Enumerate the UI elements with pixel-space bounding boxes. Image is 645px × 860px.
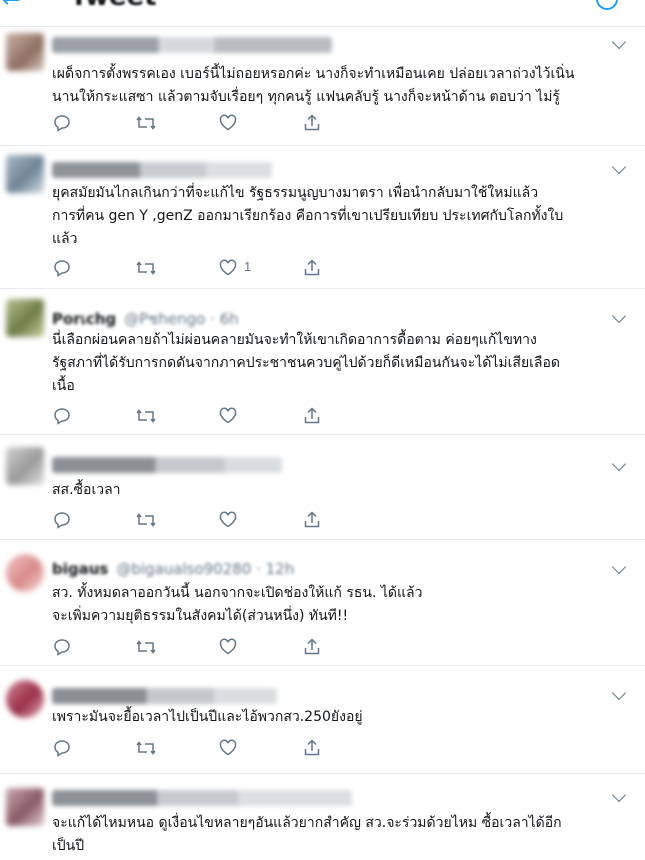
chevron-down-icon[interactable]: [611, 787, 627, 803]
tweet-text: สว. ทั้งหมดลาออกวันนี้ นอกจากจะเปิดช่องใ…: [52, 585, 423, 624]
like-icon: [219, 511, 237, 528]
tweet-actions: [52, 637, 352, 657]
author-name-blurred[interactable]: [52, 457, 282, 473]
author-name[interactable]: Porเchg @Pชhengo · 6h: [52, 307, 242, 331]
retweet-button[interactable]: [135, 258, 157, 278]
handle[interactable]: @bigaualso90280 · 12h: [116, 560, 294, 578]
like-icon: [219, 259, 237, 276]
avatar[interactable]: [6, 155, 44, 193]
tweet-actions: [52, 113, 352, 133]
tweet-actions: [52, 738, 352, 758]
reply-icon: [54, 115, 70, 132]
reply-button[interactable]: [52, 258, 72, 278]
chevron-down-icon[interactable]: [611, 159, 627, 175]
retweet-button[interactable]: [135, 738, 157, 758]
page-title: Tweet: [70, 0, 157, 12]
share-icon: [304, 511, 320, 528]
tweet-reply[interactable]: bigaus @bigaualso90280 · 12h สว. ทั้งหมดล…: [0, 540, 645, 666]
like-icon: [219, 638, 237, 655]
tweet-text: เพราะมันจะยื้อเวลาไปเป็นปีและไอ้พวกสว.25…: [52, 709, 363, 725]
retweet-icon: [136, 116, 156, 130]
retweet-button[interactable]: [135, 406, 157, 426]
share-button[interactable]: [302, 258, 322, 278]
retweet-button[interactable]: [135, 637, 157, 657]
tweet-reply[interactable]: สส.ซื้อเวลา: [0, 435, 645, 540]
share-icon: [304, 407, 320, 424]
avatar[interactable]: [6, 33, 44, 71]
retweet-icon: [136, 640, 156, 654]
share-button[interactable]: [302, 637, 322, 657]
top-header: ← Tweet: [0, 0, 645, 27]
avatar[interactable]: [6, 299, 44, 337]
reply-icon: [54, 408, 70, 425]
display-name[interactable]: bigaus: [52, 560, 108, 578]
author-name-blurred[interactable]: [52, 790, 352, 806]
like-button[interactable]: [218, 637, 238, 657]
reply-button[interactable]: [52, 510, 72, 530]
reply-button[interactable]: [52, 113, 72, 133]
reply-icon: [54, 740, 70, 757]
avatar[interactable]: [6, 447, 44, 485]
tweet-reply[interactable]: เพราะมันจะยื้อเวลาไปเป็นปีและไอ้พวกสว.25…: [0, 666, 645, 774]
like-button[interactable]: [218, 406, 238, 426]
back-arrow-icon[interactable]: ←: [2, 0, 20, 13]
chevron-down-icon[interactable]: [611, 559, 627, 575]
retweet-icon: [136, 513, 156, 527]
tweet-reply[interactable]: จะแก้ได้ไหมหนอ ดูเงื่อนไขหลายๆอันแล้วยาก…: [0, 774, 645, 860]
share-icon: [304, 259, 320, 276]
retweet-icon: [136, 409, 156, 423]
share-button[interactable]: [302, 406, 322, 426]
tweet-text: นี่เลือกผ่อนคลายถ้าไม่ผ่อนคลายมันจะทำให้…: [52, 332, 561, 394]
like-button[interactable]: [218, 510, 238, 530]
chevron-down-icon[interactable]: [611, 308, 627, 324]
retweet-button[interactable]: [135, 113, 157, 133]
reply-button[interactable]: [52, 637, 72, 657]
tweet-reply[interactable]: Porเchg @Pชhengo · 6h นี่เลือกผ่อนคลายถ้า…: [0, 289, 645, 435]
share-icon: [304, 114, 320, 131]
author-name-blurred[interactable]: [52, 37, 332, 53]
retweet-icon: [136, 261, 156, 275]
tweet-text: จะแก้ได้ไหมหนอ ดูเงื่อนไขหลายๆอันแล้วยาก…: [52, 815, 562, 854]
chevron-down-icon[interactable]: [611, 685, 627, 701]
author-name-blurred[interactable]: [52, 688, 277, 704]
share-icon: [304, 739, 320, 756]
tweet-actions: 1: [52, 258, 352, 278]
avatar[interactable]: [6, 554, 44, 592]
author-name[interactable]: bigaus @bigaualso90280 · 12h: [52, 560, 312, 578]
reply-icon: [54, 260, 70, 277]
tweet-text: เผด็จการตั้งพรรคเอง เบอร์นี้ไม่ถอยหรอกค่…: [52, 66, 575, 105]
author-name-blurred[interactable]: [52, 162, 272, 178]
reply-button[interactable]: [52, 406, 72, 426]
like-count: 1: [244, 259, 252, 274]
tweet-reply[interactable]: เผด็จการตั้งพรรคเอง เบอร์นี้ไม่ถอยหรอกค่…: [0, 27, 645, 146]
chevron-down-icon[interactable]: [611, 34, 627, 50]
reply-button[interactable]: [52, 738, 72, 758]
like-button[interactable]: 1: [218, 258, 251, 278]
info-icon[interactable]: [596, 0, 618, 10]
retweet-icon: [136, 741, 156, 755]
retweet-button[interactable]: [135, 510, 157, 530]
like-icon: [219, 739, 237, 756]
like-icon: [219, 407, 237, 424]
handle[interactable]: @Pชhengo · 6h: [124, 310, 239, 328]
reply-icon: [54, 639, 70, 656]
like-button[interactable]: [218, 113, 238, 133]
chevron-down-icon[interactable]: [611, 456, 627, 472]
tweet-reply[interactable]: ยุคสมัยมันไกลเกินกว่าที่จะแก้ไข รัฐธรรมน…: [0, 146, 645, 289]
share-button[interactable]: [302, 510, 322, 530]
like-button[interactable]: [218, 738, 238, 758]
avatar[interactable]: [6, 788, 44, 826]
share-button[interactable]: [302, 113, 322, 133]
reply-icon: [54, 512, 70, 529]
tweet-text: ยุคสมัยมันไกลเกินกว่าที่จะแก้ไข รัฐธรรมน…: [52, 185, 564, 247]
tweet-actions: [52, 510, 352, 530]
share-icon: [304, 638, 320, 655]
tweet-text: สส.ซื้อเวลา: [52, 482, 121, 498]
share-button[interactable]: [302, 738, 322, 758]
avatar[interactable]: [6, 680, 44, 718]
tweet-actions: [52, 406, 352, 426]
like-icon: [219, 114, 237, 131]
display-name[interactable]: Porเchg: [52, 310, 116, 328]
